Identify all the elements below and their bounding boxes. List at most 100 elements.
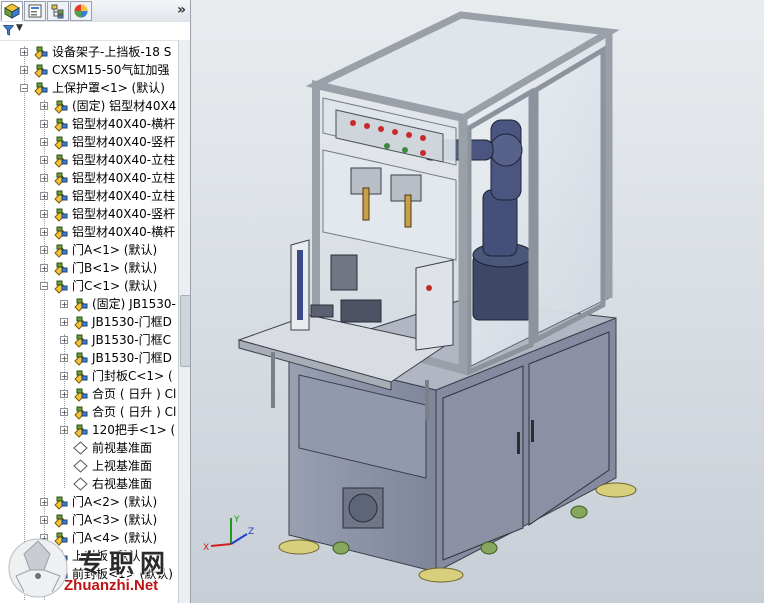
tree-item[interactable]: − 门C<1> (默认) <box>0 277 178 295</box>
expand-toggle-icon[interactable]: + <box>60 408 68 417</box>
assembly-part-icon <box>74 388 88 402</box>
expand-toggle-icon[interactable]: + <box>20 48 28 57</box>
tree-item[interactable]: + 铝型材40X40-立柱 <box>0 187 178 205</box>
cabinet-door-handle <box>517 432 520 454</box>
tree-item-label: (固定) JB1530- <box>92 297 176 311</box>
expand-toggle-icon[interactable]: + <box>60 300 68 309</box>
graphics-viewport[interactable]: Y X Z <box>191 0 764 603</box>
expand-toggle-icon[interactable]: + <box>60 426 68 435</box>
expand-toggle-icon[interactable]: + <box>40 192 48 201</box>
assembly-part-icon <box>74 424 88 438</box>
expand-toggle-icon[interactable]: + <box>20 66 28 75</box>
expand-toggle-icon[interactable]: + <box>40 516 48 525</box>
tree-item-label: 铝型材40X40-立柱 <box>72 171 176 185</box>
tree-item[interactable]: + 合页 ( 日升 ) Cl <box>0 385 178 403</box>
tree-item[interactable]: + 铝型材40X40-竖杆 <box>0 205 178 223</box>
front-glass-middle <box>322 149 457 261</box>
expand-toggle-icon[interactable]: + <box>40 498 48 507</box>
expand-toggle-icon[interactable]: + <box>60 372 68 381</box>
expand-toggle-icon[interactable]: + <box>40 264 48 273</box>
collapse-toggle-icon[interactable]: − <box>40 282 48 291</box>
tree-item[interactable]: + (固定) 铝型材40X4 <box>0 97 178 115</box>
tab-configuration-manager[interactable] <box>47 1 69 21</box>
tree-item[interactable]: + 设备架子-上挡板-18 S <box>0 43 178 61</box>
tree-item[interactable]: + 铝型材40X40-横杆 <box>0 115 178 133</box>
tree-item[interactable]: + 门A<2> (默认) <box>0 493 178 511</box>
guard-right <box>415 259 454 351</box>
filter-icon[interactable] <box>3 25 14 36</box>
tree-item[interactable]: + 铝型材40X40-立柱 <box>0 169 178 187</box>
panel-tab-bar: » <box>0 0 190 23</box>
tree-item-label: (固定) 铝型材40X4 <box>72 99 177 113</box>
tree-item-label: 前视基准面 <box>92 441 153 455</box>
cabinet-door-handle <box>531 420 534 442</box>
tree-item[interactable]: − 上保护罩<1> (默认) <box>0 79 178 97</box>
filter-row: ▼ <box>0 22 190 41</box>
expand-toggle-icon[interactable]: + <box>40 156 48 165</box>
tree-item[interactable]: + 门B<1> (默认) <box>0 259 178 277</box>
assembly-part-icon <box>54 136 68 150</box>
assembly-part-icon <box>74 352 88 366</box>
triad-z-label: Z <box>248 527 254 537</box>
tree-scrollbar[interactable] <box>178 40 190 603</box>
tree-item[interactable]: + (固定) JB1530- <box>0 295 178 313</box>
caster-wheel <box>570 505 588 519</box>
watermark-logo <box>8 538 68 598</box>
tree-item[interactable]: + JB1530-门框D <box>0 313 178 331</box>
guard-left-strip <box>297 250 303 320</box>
table-fixture <box>310 254 382 323</box>
assembly-part-icon <box>54 226 68 240</box>
tree-item[interactable]: + JB1530-门框C <box>0 331 178 349</box>
configuration-manager-icon <box>51 4 64 19</box>
assembly-part-icon <box>54 172 68 186</box>
tree-item[interactable]: + 铝型材40X40-立柱 <box>0 151 178 169</box>
tree-item-label: 门A<2> (默认) <box>72 495 158 509</box>
collapse-toggle-icon[interactable]: − <box>20 84 28 93</box>
expand-toggle-icon[interactable]: + <box>60 336 68 345</box>
expand-toggle-icon[interactable]: + <box>40 228 48 237</box>
tab-property-manager[interactable] <box>24 1 46 21</box>
expand-toggle-icon[interactable]: + <box>40 120 48 129</box>
expand-toggle-icon[interactable]: + <box>40 102 48 111</box>
tree-item[interactable]: + 门封板C<1> ( <box>0 367 178 385</box>
tree-item-label: 合页 ( 日升 ) Cl <box>92 387 177 401</box>
tree-item[interactable]: 上视基准面 <box>0 457 178 475</box>
tree-scrollbar-thumb[interactable] <box>180 295 190 367</box>
expand-toggle-icon[interactable]: + <box>40 210 48 219</box>
expand-toggle-icon[interactable]: + <box>40 246 48 255</box>
property-manager-icon <box>28 4 42 18</box>
tree-item[interactable]: +120把手<1> ( <box>0 421 178 439</box>
expand-panel-button[interactable]: » <box>177 2 186 18</box>
tree-item[interactable]: + JB1530-门框D <box>0 349 178 367</box>
expand-toggle-icon[interactable]: + <box>40 138 48 147</box>
tree-item-label: 设备架子-上挡板-18 S <box>52 45 172 59</box>
machine-model-3d[interactable] <box>191 0 764 603</box>
tab-appearance-manager[interactable] <box>70 1 92 21</box>
tree-item-label: 门封板C<1> ( <box>92 369 173 383</box>
assembly-part-icon <box>54 514 68 528</box>
assembly-part-icon <box>54 154 68 168</box>
expand-toggle-icon[interactable]: + <box>60 390 68 399</box>
cabinet-fan-grill <box>348 493 378 523</box>
tree-item[interactable]: 右视基准面 <box>0 475 178 493</box>
tree-item[interactable]: + CXSM15-50气缸加强 <box>0 61 178 79</box>
assembly-part-icon <box>74 370 88 384</box>
tree-item-label: 门A<1> (默认) <box>72 243 158 257</box>
tree-item[interactable]: + 门A<1> (默认) <box>0 241 178 259</box>
assembly-part-icon <box>54 280 68 294</box>
expand-toggle-icon[interactable]: + <box>60 318 68 327</box>
tree-item[interactable]: + 铝型材40X40-横杆 <box>0 223 178 241</box>
expand-toggle-icon[interactable]: + <box>60 354 68 363</box>
tree-item[interactable]: 前视基准面 <box>0 439 178 457</box>
tab-feature-manager[interactable] <box>1 1 23 21</box>
feature-tree: + 设备架子-上挡板-18 S + CXSM15-50气缸加强 − 上保护罩<1> (默认… <box>0 40 178 603</box>
filter-dropdown-arrow[interactable]: ▼ <box>16 23 23 33</box>
tree-item[interactable]: + 铝型材40X40-竖杆 <box>0 133 178 151</box>
tree-item-label: 门A<3> (默认) <box>72 513 158 527</box>
assembly-part-icon <box>74 334 88 348</box>
tree-item[interactable]: + 门A<3> (默认) <box>0 511 178 529</box>
tree-item[interactable]: + 合页 ( 日升 ) Cl <box>0 403 178 421</box>
expand-toggle-icon[interactable]: + <box>40 174 48 183</box>
plane-icon <box>73 441 88 455</box>
plane-icon <box>73 477 88 491</box>
